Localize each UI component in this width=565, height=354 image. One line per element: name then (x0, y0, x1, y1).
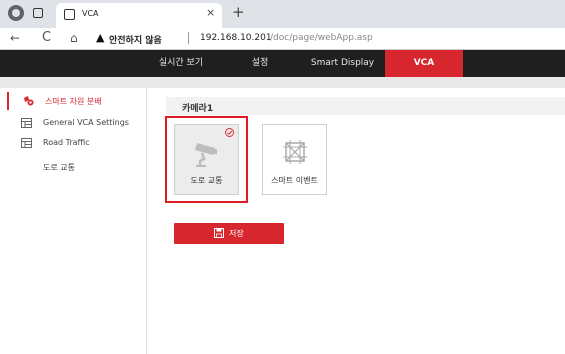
address-bar: ← C ⌂ ▲ 안전하지 않음 192.168.10.201 /doc/page… (0, 28, 565, 50)
camera-title: 카메라1 (182, 104, 214, 114)
sidebar-item-general-vca[interactable]: General VCA Settings (7, 114, 147, 132)
tab-smart-display[interactable]: Smart Display (300, 50, 385, 77)
favicon-icon (64, 9, 75, 20)
tab-settings[interactable]: 설정 (230, 50, 290, 77)
smart-resource-icon (24, 96, 34, 106)
reload-icon[interactable]: C (42, 31, 51, 45)
sidebar-item-road-traffic-sub[interactable]: 도로 교통 (7, 158, 147, 176)
check-icon (225, 128, 234, 137)
sub-header-bar (0, 77, 565, 88)
browser-tab-bar: VCA × + (0, 0, 565, 28)
close-tab-icon[interactable]: × (206, 7, 215, 19)
save-button[interactable]: 저장 (174, 223, 284, 244)
warning-icon[interactable]: ▲ (96, 31, 104, 45)
smart-event-tile[interactable]: 스마트 이벤트 (262, 124, 327, 195)
sidebar-item-road-traffic[interactable]: Road Traffic (7, 134, 147, 152)
traffic-camera-icon (195, 143, 217, 167)
tile-label: 도로 교통 (190, 176, 223, 185)
new-tab-icon[interactable]: + (232, 4, 245, 20)
top-navigation: 실시간 보기 설정 Smart Display VCA (0, 50, 565, 77)
url-divider (188, 32, 189, 44)
browser-tab[interactable]: VCA × (56, 3, 222, 28)
tab-list-icon[interactable] (33, 8, 43, 18)
road-traffic-tile[interactable]: 도로 교통 (174, 124, 239, 195)
security-warning[interactable]: 안전하지 않음 (109, 33, 162, 46)
save-label: 저장 (229, 229, 244, 238)
smart-event-icon (283, 140, 307, 164)
camera-header: 카메라1 (166, 97, 565, 115)
sidebar-item-label: General VCA Settings (43, 118, 129, 127)
back-icon[interactable]: ← (10, 32, 20, 44)
sidebar-item-label: 도로 교통 (43, 163, 75, 172)
url-host[interactable]: 192.168.10.201 (200, 33, 272, 43)
profile-icon[interactable] (8, 5, 24, 21)
tab-vca[interactable]: VCA (385, 50, 463, 77)
main-content: 카메라1 도로 교통 스마트 이벤트 저장 (148, 88, 565, 354)
grid-icon (21, 138, 32, 148)
tab-title: VCA (82, 9, 99, 18)
sidebar-item-smart-resource[interactable]: 스마트 자원 분배 (7, 92, 147, 110)
save-icon (214, 228, 224, 238)
tile-label: 스마트 이벤트 (271, 176, 318, 185)
sidebar: 스마트 자원 분배 General VCA Settings Road Traf… (7, 88, 147, 354)
sidebar-item-label: 스마트 자원 분배 (45, 97, 102, 106)
sidebar-item-label: Road Traffic (43, 138, 90, 147)
url-path[interactable]: /doc/page/webApp.asp (270, 33, 373, 43)
home-icon[interactable]: ⌂ (70, 31, 78, 45)
grid-icon (21, 118, 32, 128)
tab-live-view[interactable]: 실시간 보기 (138, 50, 224, 77)
